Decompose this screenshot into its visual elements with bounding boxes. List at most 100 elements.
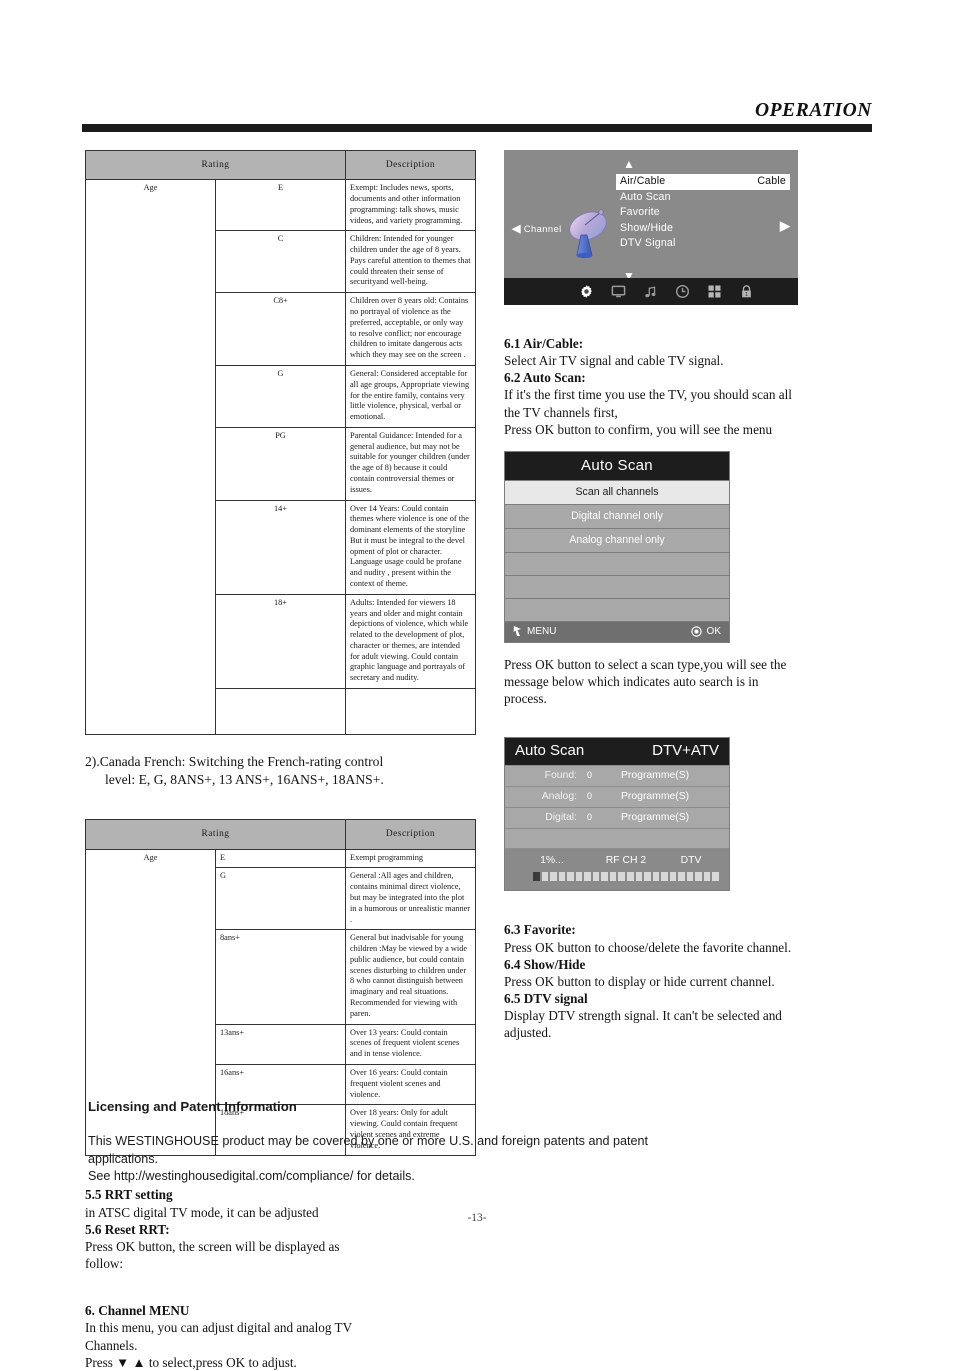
rating-description: General but inadvisable for young childr… bbox=[345, 929, 476, 1025]
row-unit: Programme(S) bbox=[621, 791, 690, 803]
heading-channel-menu: 6. Channel MENU bbox=[85, 1303, 190, 1319]
rf-channel-label: RF CH 2 bbox=[605, 855, 647, 867]
osd-option-empty bbox=[505, 597, 729, 621]
progress-segment bbox=[652, 872, 660, 882]
rating-code: C bbox=[215, 230, 346, 294]
osd-channel-menu[interactable]: ▲ ◀ Channel ▶ Air/Cable Cable Auto Scan … bbox=[504, 150, 798, 305]
menu-button-label: MENU bbox=[527, 625, 557, 637]
osd-scan-row-empty bbox=[505, 828, 729, 849]
gear-icon[interactable] bbox=[579, 284, 594, 299]
osd-scan-progress-header: Auto Scan DTV+ATV bbox=[505, 738, 729, 766]
progress-segment bbox=[575, 872, 583, 882]
body-auto-scan-line2: the TV channels first, bbox=[504, 404, 618, 420]
osd-scan-row-found: Found: 0 Programme(S) bbox=[505, 765, 729, 787]
osd-option-analog-channel-only[interactable]: Analog channel only bbox=[505, 527, 729, 552]
body-auto-scan-line1: If it's the first time you use the TV, y… bbox=[504, 387, 792, 403]
body-channel-menu-line2: Channels. bbox=[85, 1337, 138, 1353]
progress-bar bbox=[515, 872, 720, 882]
canada-french-note-line2: level: E, G, 8ANS+, 13 ANS+, 16ANS+, 18A… bbox=[105, 772, 384, 788]
time-icon[interactable] bbox=[675, 284, 690, 299]
osd-item-dtv-signal[interactable]: DTV Signal bbox=[616, 236, 790, 252]
signal-mode-label: DTV bbox=[680, 855, 702, 867]
progress-segment bbox=[592, 872, 600, 882]
prev-tab-arrow-icon[interactable]: ◀ bbox=[512, 223, 521, 235]
osd-item-favorite[interactable]: Favorite bbox=[616, 205, 790, 221]
rating-code: E bbox=[215, 848, 346, 869]
osd-channel-item-list: Air/Cable Cable Auto Scan Favorite Show/… bbox=[616, 174, 790, 252]
scroll-up-arrow-icon[interactable]: ▲ bbox=[623, 158, 635, 170]
rating-description: Children: Intended for younger children … bbox=[345, 230, 476, 294]
axis-label-age: Age bbox=[85, 179, 216, 736]
progress-segment bbox=[712, 872, 720, 882]
progress-segment bbox=[703, 872, 711, 882]
licensing-line2: applications. bbox=[88, 1151, 159, 1166]
heading-rrt-setting: 5.5 RRT setting bbox=[85, 1187, 173, 1203]
rating-table-english: Rating Description Age E Exempt: Include… bbox=[85, 149, 476, 736]
column-header-rating: Rating bbox=[85, 149, 346, 181]
rating-code: E bbox=[215, 179, 346, 232]
osd-scan-progress-status: 1%... RF CH 2 DTV bbox=[515, 855, 719, 866]
progress-segment bbox=[550, 872, 557, 882]
osd-item-value: Cable bbox=[757, 175, 786, 187]
osd-scan-row-analog: Analog: 0 Programme(S) bbox=[505, 786, 729, 808]
osd-channel-tab-label[interactable]: ◀ Channel bbox=[512, 222, 562, 235]
osd-option-scan-all-channels[interactable]: Scan all channels bbox=[505, 479, 729, 504]
rating-code: G bbox=[215, 364, 346, 428]
audio-icon[interactable] bbox=[643, 284, 658, 299]
progress-segment bbox=[661, 872, 668, 882]
osd-auto-scan-dialog[interactable]: Auto Scan Scan all channels Digital chan… bbox=[504, 450, 730, 643]
column-header-rating: Rating bbox=[85, 819, 346, 850]
row-value: 0 bbox=[587, 770, 593, 781]
rating-code-empty bbox=[215, 688, 346, 736]
channel-grid-icon[interactable] bbox=[707, 284, 722, 299]
body-dtv-signal-line2: adjusted. bbox=[504, 1025, 552, 1041]
rating-description: General :All ages and children, contains… bbox=[345, 867, 476, 931]
rating-code: C8+ bbox=[215, 292, 346, 366]
body-air-cable: Select Air TV signal and cable TV signal… bbox=[504, 353, 724, 369]
progress-segment bbox=[678, 872, 685, 882]
lock-icon[interactable]: 1 bbox=[739, 284, 754, 299]
picture-icon[interactable] bbox=[611, 284, 626, 299]
osd-scan-row-digital: Digital: 0 Programme(S) bbox=[505, 807, 729, 829]
osd-item-auto-scan[interactable]: Auto Scan bbox=[616, 190, 790, 206]
row-value: 0 bbox=[587, 791, 593, 802]
body-after-scan-line2: message below which indicates auto searc… bbox=[504, 674, 759, 690]
ok-button-label: OK bbox=[706, 625, 721, 637]
progress-segment bbox=[627, 872, 634, 882]
row-unit: Programme(S) bbox=[621, 770, 690, 782]
osd-item-air-cable[interactable]: Air/Cable Cable bbox=[616, 174, 790, 190]
body-reset-rrt-line2: follow: bbox=[85, 1256, 124, 1272]
progress-segment bbox=[584, 872, 591, 882]
osd-item-label: Air/Cable bbox=[620, 175, 666, 187]
osd-channel-title: Channel bbox=[523, 223, 562, 234]
column-header-description: Description bbox=[345, 819, 476, 850]
osd-item-show-hide[interactable]: Show/Hide bbox=[616, 221, 790, 237]
rating-description: Exempt programming bbox=[345, 848, 476, 869]
osd-scan-progress-footer: 1%... RF CH 2 DTV bbox=[505, 848, 729, 891]
rating-code: PG bbox=[215, 426, 346, 501]
heading-air-cable: 6.1 Air/Cable: bbox=[504, 336, 584, 351]
licensing-line3: See http://westinghousedigital.com/compl… bbox=[88, 1169, 415, 1184]
osd-option-empty bbox=[505, 551, 729, 575]
progress-segment bbox=[669, 872, 677, 882]
osd-scan-progress-mode: DTV+ATV bbox=[652, 742, 719, 760]
menu-button-hint[interactable]: MENU bbox=[513, 625, 557, 637]
progress-segment bbox=[558, 872, 566, 882]
osd-scan-progress-title: Auto Scan bbox=[515, 742, 585, 760]
licensing-block: Licensing and Patent Information This WE… bbox=[88, 1098, 878, 1186]
ok-button-hint[interactable]: OK bbox=[690, 625, 721, 637]
progress-segment bbox=[618, 872, 626, 882]
progress-segment bbox=[695, 872, 702, 882]
osd-item-label: Show/Hide bbox=[620, 221, 674, 234]
osd-option-digital-channel-only[interactable]: Digital channel only bbox=[505, 503, 729, 528]
ok-circle-icon bbox=[690, 626, 702, 637]
progress-segment bbox=[609, 872, 617, 882]
osd-item-label: Favorite bbox=[620, 206, 660, 218]
body-channel-menu-line1: In this menu, you can adjust digital and… bbox=[85, 1320, 353, 1336]
table-header-row: Rating Description bbox=[85, 149, 476, 181]
progress-segment bbox=[533, 872, 540, 882]
rating-code: 8ans+ bbox=[215, 929, 346, 1025]
table-row: Age E Exempt programming bbox=[85, 848, 476, 1157]
heading-favorite: 6.3 Favorite: bbox=[504, 922, 576, 938]
satellite-dish-icon bbox=[569, 209, 607, 259]
